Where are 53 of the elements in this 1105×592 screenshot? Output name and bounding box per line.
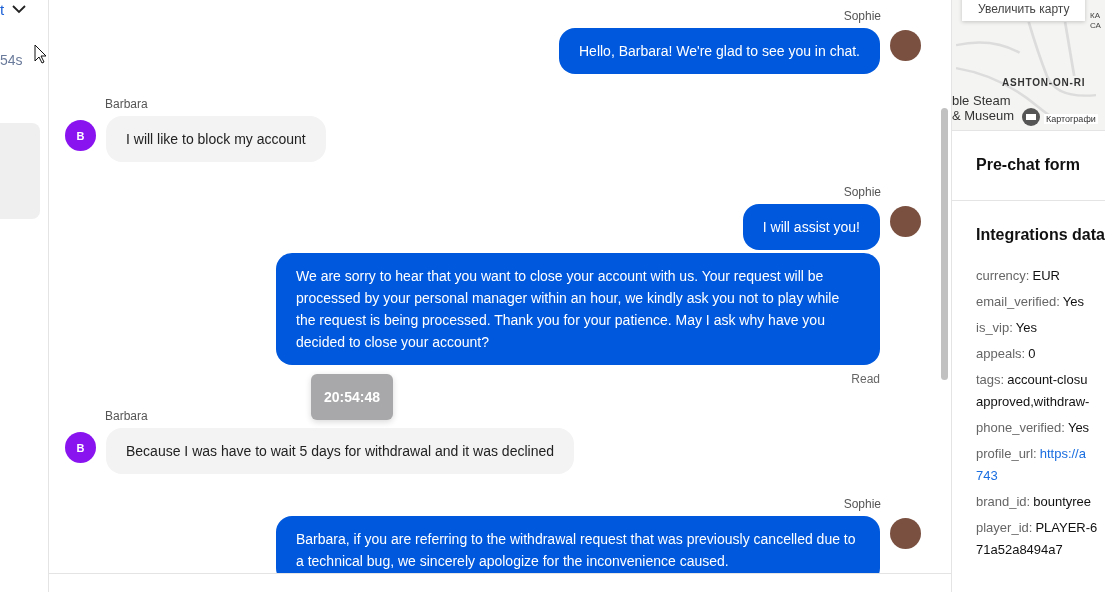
field-value: 0: [1028, 345, 1036, 363]
read-receipt: Read: [851, 372, 880, 386]
message-bubble: I will assist you!: [742, 204, 880, 250]
message-bubble: I will like to block my account: [106, 116, 326, 162]
field-value: Yes: [1015, 319, 1038, 337]
sender-name: Sophie: [843, 184, 881, 200]
sender-name: Barbara: [105, 408, 149, 424]
field-value: 71a52a8494a7: [976, 541, 1063, 559]
keyboard-icon[interactable]: [1022, 108, 1040, 126]
field-key: currency:: [976, 265, 1030, 287]
field-value: account-closu: [1007, 371, 1088, 389]
map-label: ASHTON-ON-RI: [1002, 77, 1086, 88]
timer-text: 54s: [0, 52, 23, 68]
field-value: approved,withdraw-: [976, 393, 1090, 411]
cursor-icon: [34, 44, 47, 64]
map-label: КА: [1090, 11, 1100, 20]
sender-name: Sophie: [843, 496, 881, 512]
chevron-down-icon[interactable]: [12, 4, 27, 14]
map-label: & Museum: [952, 108, 1015, 123]
message-bubble: Barbara, if you are referring to the withdrawal request that was previously cancelled due to a technical bug, we sincerely apologize for the inconvenience caused.: [276, 516, 880, 573]
field-key: appeals:: [976, 343, 1026, 365]
avatar-photo-placeholder: [890, 30, 921, 61]
map-label: СА: [1090, 21, 1101, 30]
avatar-photo-placeholder: [890, 518, 921, 549]
timestamp-tooltip: 20:54:48: [311, 374, 394, 420]
field-value: Yes: [1067, 419, 1090, 437]
message-bubble: We are sorry to hear that you want to close your account with us. Your request will be processed by your personal manager within an hour, we kindly ask you not to play while the request is being processed. Thank you for your patience. May I ask why have you decided to close your account?: [276, 253, 880, 365]
field-key: is_vip:: [976, 317, 1013, 339]
field-key: tags:: [976, 369, 1005, 391]
map-label: ble Steam: [952, 93, 1011, 108]
field-key: profile_url:: [976, 443, 1037, 465]
avatar: B: [65, 120, 96, 151]
profile-link[interactable]: https://a: [1039, 443, 1086, 465]
field-key: player_id:: [976, 517, 1033, 539]
field-key: email_verified:: [976, 291, 1060, 313]
field-value: bountyree: [1033, 493, 1092, 511]
field-key: brand_id:: [976, 491, 1031, 513]
field-value: Yes: [1062, 293, 1085, 311]
message-bubble: Hello, Barbara! We're glad to see you in chat.: [559, 28, 880, 74]
field-value: PLAYER-6: [1035, 519, 1098, 537]
avatar-photo-placeholder: [890, 206, 921, 237]
field-value: EUR: [1032, 267, 1060, 285]
enlarge-map-button[interactable]: Увеличить карту: [962, 0, 1086, 21]
link-text[interactable]: t: [0, 0, 5, 18]
field-key: phone_verified:: [976, 417, 1065, 439]
map-attribution: Картографи: [1044, 114, 1098, 124]
profile-link[interactable]: 743: [976, 465, 998, 487]
section-title: Pre-chat form: [976, 156, 1081, 173]
scrollbar-thumb[interactable]: [941, 108, 948, 380]
sender-name: Sophie: [843, 8, 881, 24]
avatar: B: [65, 432, 96, 463]
sender-name: Barbara: [105, 96, 149, 112]
section-title: Integrations data: [976, 226, 1105, 243]
